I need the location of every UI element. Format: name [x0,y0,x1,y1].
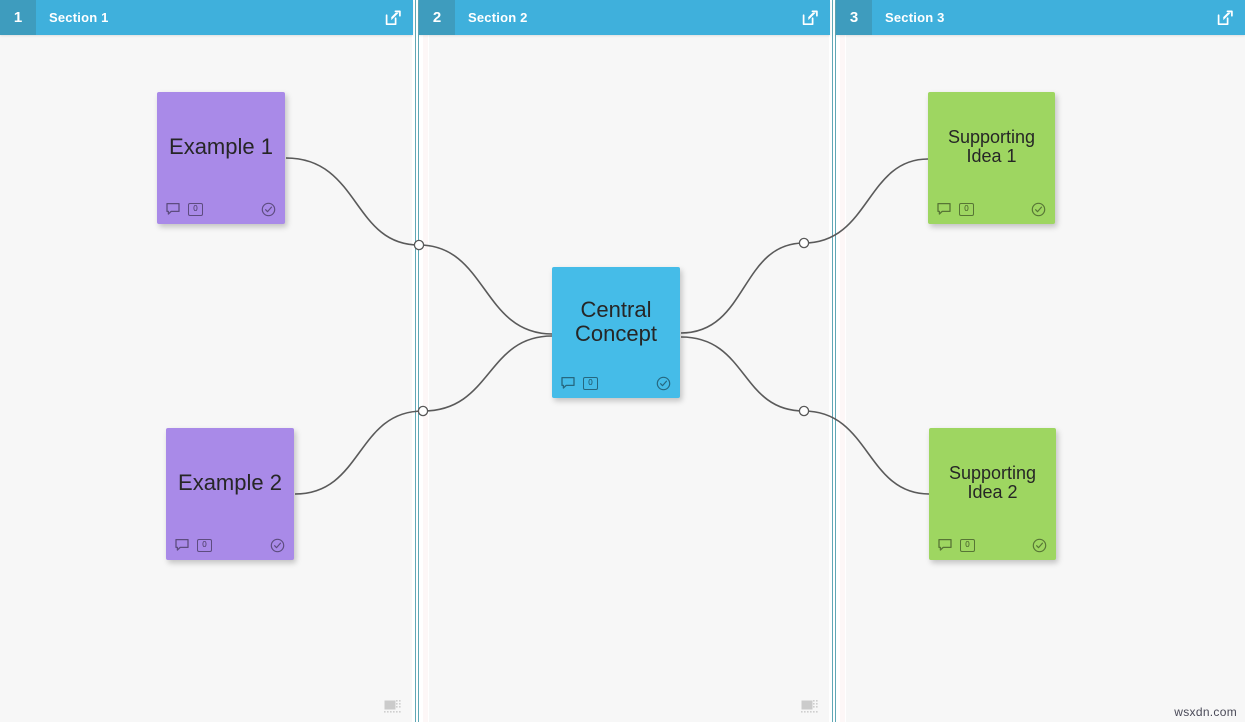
section-2-resize-grip-icon[interactable] [801,700,818,715]
section-edit-icon-1[interactable] [384,9,402,27]
section-divider-1[interactable] [412,0,429,722]
attachment-count-badge[interactable]: 0 [188,202,203,216]
attachment-count-badge[interactable]: 0 [197,538,212,552]
sticky-card-footer: 0 [166,534,294,560]
divider-line-right [418,0,419,722]
sticky-card-text: Supporting Idea 2 [948,463,1037,502]
check-circle-icon[interactable] [1032,538,1047,553]
comment-bubble-icon[interactable] [175,538,189,552]
check-circle-icon[interactable] [1031,202,1046,217]
mindmap-board: 1 Section 1 2 Section 2 3 Section 3 Exam… [0,0,1245,722]
comment-bubble-icon[interactable] [561,376,575,390]
sticky-card-supporting-idea-1[interactable]: Supporting Idea 1 0 [928,92,1055,224]
section-header-2[interactable]: 2 Section 2 [419,0,830,35]
sticky-card-supporting-idea-2[interactable]: Supporting Idea 2 0 [929,428,1056,560]
sticky-card-footer: 0 [928,198,1055,224]
sticky-card-central-concept[interactable]: Central Concept 0 [552,267,680,398]
check-circle-icon[interactable] [261,202,276,217]
comment-bubble-icon[interactable] [166,202,180,216]
sticky-card-footer: 0 [929,534,1056,560]
sticky-card-footer: 0 [552,372,680,398]
attachment-count-badge[interactable]: 0 [959,202,974,216]
comment-bubble-icon[interactable] [937,202,951,216]
section-1-resize-grip-icon[interactable] [384,700,401,715]
attachment-count-badge[interactable]: 0 [583,376,598,390]
section-title-1: Section 1 [49,10,109,25]
sticky-card-text: Example 1 [169,134,273,160]
sticky-card-text: Example 2 [178,470,282,496]
section-number-badge-1: 1 [0,0,36,35]
sticky-card-text: Central Concept [575,297,657,346]
attachment-count-badge[interactable]: 0 [960,538,975,552]
section-title-2: Section 2 [468,10,528,25]
section-edit-icon-3[interactable] [1216,9,1234,27]
section-title-3: Section 3 [885,10,945,25]
watermark: wsxdn.com [1174,705,1237,719]
section-number-badge-2: 2 [419,0,455,35]
sticky-card-text: Supporting Idea 1 [947,127,1036,166]
sticky-card-footer: 0 [157,198,285,224]
section-edit-icon-2[interactable] [801,9,819,27]
section-header-3[interactable]: 3 Section 3 [836,0,1245,35]
sticky-card-example-1[interactable]: Example 1 0 [157,92,285,224]
section-divider-2[interactable] [829,0,846,722]
comment-bubble-icon[interactable] [938,538,952,552]
sticky-card-example-2[interactable]: Example 2 0 [166,428,294,560]
check-circle-icon[interactable] [270,538,285,553]
divider-line-right [835,0,836,722]
section-number-badge-3: 3 [836,0,872,35]
divider-line-left [832,0,833,722]
divider-pale-band [840,0,845,722]
check-circle-icon[interactable] [656,376,671,391]
divider-pale-band [423,0,428,722]
section-header-1[interactable]: 1 Section 1 [0,0,413,35]
divider-line-left [415,0,416,722]
